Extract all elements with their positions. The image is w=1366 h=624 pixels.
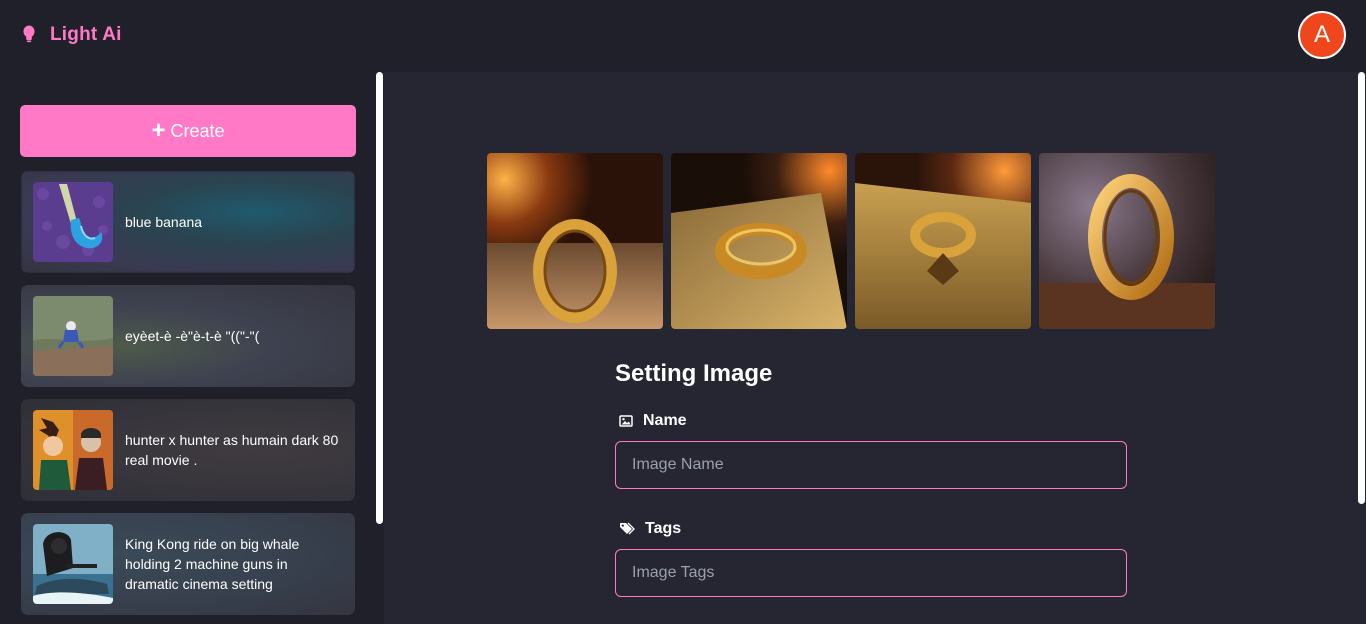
generated-image-2[interactable] [671, 153, 847, 329]
tags-field-label: Tags [619, 520, 681, 538]
history-sidebar: + Create blue banana eyèet-è -è"è-t-è "(… [0, 72, 384, 624]
history-item-label: blue banana [125, 214, 203, 230]
lightbulb-icon [22, 25, 36, 45]
brand[interactable]: Light Ai [22, 24, 122, 46]
settings-title: Setting Image [615, 360, 773, 387]
name-field-label: Name [619, 412, 687, 430]
history-item-label: King Kong ride on big whale holding 2 ma… [125, 536, 300, 592]
tags-label-text: Tags [645, 520, 682, 537]
name-label-text: Name [643, 412, 687, 429]
create-button-label: Create [170, 120, 225, 141]
top-header: Light Ai A [0, 0, 1366, 72]
generated-image-1[interactable] [487, 153, 663, 329]
history-thumbnail [33, 296, 113, 376]
history-thumbnail [33, 182, 113, 262]
image-tags-input[interactable] [615, 549, 1127, 597]
history-item[interactable]: hunter x hunter as humain dark 80 real m… [21, 399, 355, 501]
generated-image-4[interactable] [1039, 153, 1215, 329]
history-item-label: hunter x hunter as humain dark 80 real m… [125, 432, 339, 468]
history-item-label: eyèet-è -è"è-t-è "(("-"( [125, 328, 260, 344]
image-name-input[interactable] [615, 441, 1127, 489]
history-thumbnail [33, 410, 113, 490]
main-scrollbar[interactable] [1358, 72, 1365, 504]
user-avatar[interactable]: A [1298, 11, 1346, 59]
history-item[interactable]: King Kong ride on big whale holding 2 ma… [21, 513, 355, 615]
plus-icon: + [151, 117, 166, 144]
generated-image-3[interactable] [855, 153, 1031, 329]
sidebar-scrollbar[interactable] [376, 72, 383, 524]
tags-icon [620, 522, 635, 535]
app-name: Light Ai [50, 24, 122, 45]
history-item[interactable]: eyèet-è -è"è-t-è "(("-"( [21, 285, 355, 387]
history-item[interactable]: blue banana [21, 171, 355, 273]
create-button[interactable]: + Create [20, 105, 356, 157]
history-thumbnail [33, 524, 113, 604]
image-icon [619, 415, 633, 427]
